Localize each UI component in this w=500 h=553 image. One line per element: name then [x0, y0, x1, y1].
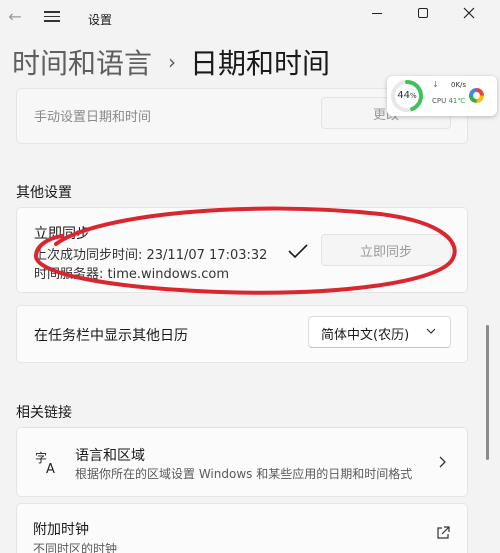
additional-clocks-link[interactable]: 附加时钟 不同时区的时钟: [16, 503, 468, 553]
svg-text:A: A: [46, 462, 55, 475]
widget-logo-icon: [469, 88, 484, 103]
chevron-down-icon: [426, 328, 436, 334]
maximize-icon: [418, 8, 428, 18]
language-icon: 字 A: [35, 450, 55, 475]
network-speed: 0K/s: [451, 81, 467, 89]
minimize-button[interactable]: [354, 2, 400, 24]
scrollbar-thumb[interactable]: [486, 325, 489, 460]
calendar-dropdown[interactable]: 简体中文(农历): [308, 316, 451, 348]
related-links-heading: 相关链接: [16, 405, 72, 421]
minimize-icon: [372, 12, 382, 14]
close-button[interactable]: [446, 2, 492, 24]
back-arrow-icon[interactable]: ←: [4, 6, 26, 28]
external-link-icon: [437, 526, 450, 539]
cpu-temperature: 41℃: [448, 97, 466, 105]
calendar-dropdown-value: 简体中文(农历): [321, 328, 410, 343]
sync-now-card: 立即同步 上次成功同步时间: 23/11/07 17:03:32 时间服务器: …: [16, 207, 468, 293]
taskbar-calendar-label: 在任务栏中显示其他日历: [34, 328, 188, 344]
language-region-title: 语言和区域: [75, 448, 145, 464]
cpu-gauge-label: 44%: [397, 90, 417, 101]
other-settings-heading: 其他设置: [16, 185, 72, 201]
system-monitor-widget[interactable]: 44% ↓ 0K/s CPU 41℃: [387, 76, 497, 116]
time-server: 时间服务器: time.windows.com: [34, 267, 230, 282]
hamburger-menu-icon[interactable]: [42, 8, 62, 28]
title-bar: ← 设置: [0, 0, 500, 38]
cpu-temperature-row: CPU 41℃: [432, 97, 466, 105]
additional-clocks-title: 附加时钟: [33, 522, 89, 538]
breadcrumb: 时间和语言 › 日期和时间: [12, 44, 330, 80]
language-region-link[interactable]: 字 A 语言和区域 根据你所在的区域设置 Windows 和某些应用的日期和时间…: [16, 427, 468, 497]
breadcrumb-chevron-icon: ›: [168, 50, 177, 74]
sync-now-button[interactable]: 立即同步: [321, 234, 451, 266]
close-icon: [463, 7, 475, 19]
breadcrumb-parent-link[interactable]: 时间和语言: [12, 42, 152, 82]
manual-date-time-label: 手动设置日期和时间: [34, 110, 152, 125]
maximize-button[interactable]: [400, 2, 446, 24]
additional-clocks-description: 不同时区的时钟: [33, 542, 118, 553]
window-title: 设置: [88, 13, 113, 27]
last-sync-time: 上次成功同步时间: 23/11/07 17:03:32: [34, 248, 268, 263]
taskbar-calendar-card: 在任务栏中显示其他日历 简体中文(农历): [16, 305, 468, 363]
page-title: 日期和时间: [190, 47, 331, 80]
language-region-description: 根据你所在的区域设置 Windows 和某些应用的日期和时间格式: [75, 467, 413, 481]
checkmark-icon: [288, 244, 308, 259]
download-arrow-icon: ↓: [432, 80, 439, 89]
chevron-right-icon: [439, 456, 446, 468]
sync-now-title: 立即同步: [34, 226, 90, 242]
